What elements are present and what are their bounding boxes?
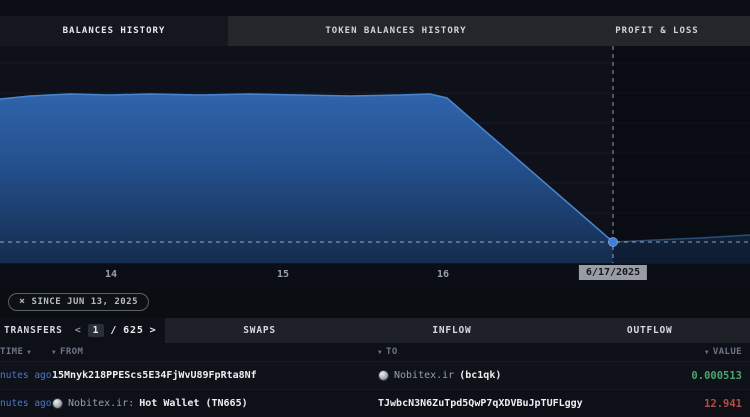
from-entity-link[interactable]: Nobitex.ir: Hot Wallet (TN665) <box>52 398 378 409</box>
tab-inflow[interactable]: INFLOW <box>354 318 549 343</box>
x-tick: 14 <box>105 269 117 280</box>
header-from-label: FROM <box>60 347 83 357</box>
pagination: < 1 / 625 > <box>75 324 157 337</box>
total-pages: 625 <box>123 325 143 336</box>
header-value[interactable]: ▼ VALUE <box>632 347 742 357</box>
chart-tab-bar: BALANCES HISTORY TOKEN BALANCES HISTORY … <box>0 16 750 46</box>
table-row[interactable]: nutes ago Nobitex.ir: Hot Wallet (TN665)… <box>0 389 750 417</box>
to-entity-link[interactable]: Nobitex.ir (bc1qk) <box>378 370 632 381</box>
chart-x-axis: 14 15 16 6/17/2025 <box>0 263 750 285</box>
header-time-label: TIME <box>0 347 23 357</box>
transfer-value: 0.000513 <box>691 370 742 382</box>
tab-outflow[interactable]: OUTFLOW <box>550 318 750 343</box>
top-strip <box>0 0 750 16</box>
tab-balances-history[interactable]: BALANCES HISTORY <box>0 16 228 46</box>
next-page-button[interactable]: > <box>150 325 157 336</box>
since-date-filter-chip[interactable]: × SINCE Jun 13, 2025 <box>8 293 149 311</box>
area-chart-svg <box>0 46 750 263</box>
page-separator: / <box>110 325 117 336</box>
tab-transfers[interactable]: TRANSFERS < 1 / 625 > <box>0 318 165 343</box>
filter-icon[interactable]: ▼ <box>52 349 56 356</box>
header-to-label: TO <box>386 347 398 357</box>
x-tick: 16 <box>437 269 449 280</box>
transfer-time-link[interactable]: nutes ago <box>0 370 52 381</box>
sort-caret-icon[interactable]: ▼ <box>27 349 31 356</box>
prev-page-button[interactable]: < <box>75 325 82 336</box>
nobitex-icon <box>378 370 389 381</box>
chip-close-icon[interactable]: × <box>19 297 26 307</box>
filter-icon[interactable]: ▼ <box>378 349 382 356</box>
filter-icon[interactable]: ▼ <box>705 349 709 356</box>
header-from[interactable]: ▼ FROM <box>52 347 378 357</box>
current-page: 1 <box>88 324 105 337</box>
header-to[interactable]: ▼ TO <box>378 347 632 357</box>
tab-token-balances-history[interactable]: TOKEN BALANCES HISTORY <box>228 16 564 46</box>
x-tick: 15 <box>277 269 289 280</box>
tab-transfers-label: TRANSFERS <box>4 325 63 336</box>
crosshair-date-tooltip: 6/17/2025 <box>579 265 647 280</box>
header-value-label: VALUE <box>713 347 742 357</box>
table-row[interactable]: nutes ago 15Mnyk218PPEScs5E34FjWvU89FpRt… <box>0 361 750 389</box>
entity-name: Nobitex.ir: <box>68 398 134 409</box>
chart-point-marker <box>609 238 618 247</box>
tab-profit-and-loss[interactable]: PROFIT & LOSS <box>564 16 750 46</box>
transfer-value: 12.941 <box>704 398 742 410</box>
header-time[interactable]: TIME ▼ <box>0 347 52 357</box>
table-header-row: TIME ▼ ▼ FROM ▼ TO ▼ VALUE <box>0 343 750 361</box>
chip-label: SINCE Jun 13, 2025 <box>32 297 139 307</box>
balance-history-chart[interactable] <box>0 46 750 263</box>
entity-wallet: (bc1qk) <box>459 370 501 381</box>
filter-row: × SINCE Jun 13, 2025 <box>0 285 750 318</box>
entity-name: Nobitex.ir <box>394 370 454 381</box>
tab-swaps[interactable]: SWAPS <box>165 318 355 343</box>
nobitex-icon <box>52 398 63 409</box>
from-address-link[interactable]: 15Mnyk218PPEScs5E34FjWvU89FpRta8Nf <box>52 370 378 381</box>
transfers-tab-bar: TRANSFERS < 1 / 625 > SWAPS INFLOW OUTFL… <box>0 318 750 343</box>
entity-wallet: Hot Wallet (TN665) <box>139 398 247 409</box>
transfer-time-link[interactable]: nutes ago <box>0 398 52 409</box>
to-address-link[interactable]: TJwbcN3N6ZuTpd5QwP7qXDVBuJpTUFLggy <box>378 398 632 409</box>
